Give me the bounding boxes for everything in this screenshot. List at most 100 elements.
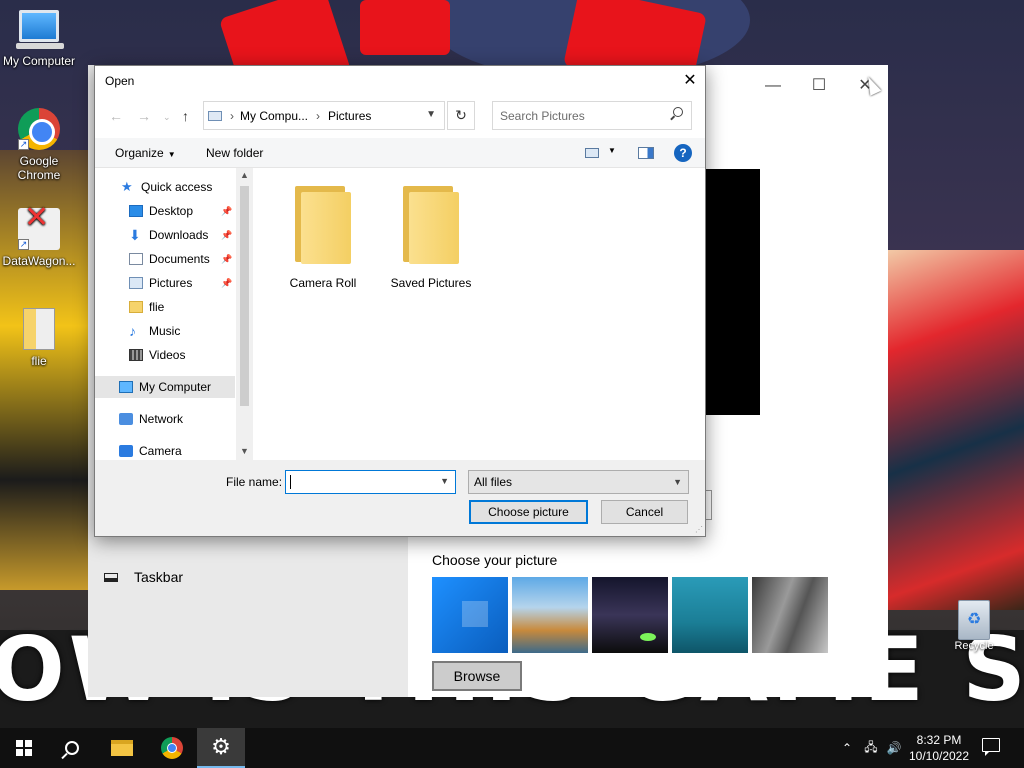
scrollbar-thumb[interactable] [240, 186, 249, 406]
browse-button[interactable]: Browse [432, 661, 522, 691]
resize-grip-icon[interactable]: ⋰ [695, 525, 703, 534]
nav-item-documents[interactable]: Documents 📌 [129, 248, 253, 270]
address-separator: › [316, 108, 321, 123]
folder-item-saved-pictures[interactable]: Saved Pictures [381, 184, 481, 290]
minimize-button[interactable]: — [750, 71, 796, 101]
file-name-input[interactable]: ▼ [285, 470, 456, 494]
taskbar: ⚙ ⌃ 🖧 🔊 8:32 PM 10/10/2022 [0, 728, 1024, 768]
forward-arrow-icon[interactable]: → [137, 108, 151, 124]
start-button[interactable] [0, 728, 48, 768]
pin-icon: 📌 [221, 277, 233, 288]
desktop-icon-google-chrome[interactable]: ↗ Google Chrome [0, 108, 78, 182]
picture-thumbnail[interactable] [752, 577, 828, 653]
nav-item-my-computer[interactable]: My Computer [95, 376, 235, 398]
picture-thumbnail[interactable] [672, 577, 748, 653]
chrome-icon: ↗ [18, 108, 60, 150]
nav-item-label: Videos [149, 348, 186, 362]
nav-item-pictures[interactable]: Pictures 📌 [129, 272, 253, 294]
nav-item-music[interactable]: ♪ Music [129, 320, 253, 342]
taskbar-search-button[interactable] [48, 728, 96, 768]
desktop-icon-flie[interactable]: flie [0, 308, 78, 368]
folder-item-label: Camera Roll [289, 276, 357, 290]
folder-icon [295, 184, 351, 264]
choose-picture-button[interactable]: Choose picture [469, 500, 588, 524]
breadcrumb-pictures[interactable]: Pictures [328, 109, 371, 123]
chevron-down-icon[interactable]: ▼ [608, 146, 616, 155]
nav-item-network[interactable]: Network [119, 408, 253, 430]
help-icon[interactable]: ? [674, 144, 692, 162]
notifications-icon[interactable] [982, 738, 1000, 756]
network-icon[interactable]: 🖧 [860, 728, 882, 768]
desktop-icon-label: Recycle [954, 640, 994, 652]
windows-logo-icon [16, 740, 32, 756]
nav-item-quick-access[interactable]: ★ Quick access [121, 176, 253, 198]
nav-item-label: Network [139, 412, 184, 426]
text-caret [290, 475, 291, 489]
file-list: Camera Roll Saved Pictures [253, 168, 705, 460]
cancel-button[interactable]: Cancel [601, 500, 688, 524]
file-type-select[interactable]: All files ▼ [468, 470, 689, 494]
nav-item-label: Desktop [149, 204, 194, 218]
picture-thumbnail[interactable] [592, 577, 668, 653]
search-input[interactable]: Search Pictures [492, 101, 692, 130]
nav-scrollbar[interactable]: ▲ ▼ [236, 168, 253, 460]
camera-icon [119, 445, 133, 457]
breadcrumb-my-computer[interactable]: My Compu... [240, 109, 308, 123]
view-options-icon[interactable] [585, 148, 599, 158]
folder-icon [403, 184, 459, 264]
folder-item-camera-roll[interactable]: Camera Roll [273, 184, 373, 290]
chevron-down-icon: ▼ [673, 477, 682, 487]
organize-button[interactable]: Organize ▼ [115, 146, 176, 160]
preview-pane-icon[interactable] [638, 147, 654, 159]
dialog-close-button[interactable]: ✕ [675, 70, 705, 92]
nav-item-label: My Computer [139, 380, 212, 394]
show-hidden-icons-chevron-icon[interactable]: ⌃ [838, 728, 856, 768]
computer-icon [16, 10, 64, 49]
clock[interactable]: 8:32 PM 10/10/2022 [898, 732, 980, 764]
desktop-icon-my-computer[interactable]: My Computer [0, 10, 78, 68]
recent-chevron-icon[interactable]: ⌄ [163, 112, 171, 123]
organize-label: Organize [115, 146, 164, 160]
pin-icon: 📌 [221, 253, 233, 264]
nav-item-downloads[interactable]: ⬇ Downloads 📌 [129, 224, 253, 246]
address-separator: › [230, 108, 234, 123]
nav-item-videos[interactable]: Videos [129, 344, 253, 366]
chevron-up-icon[interactable]: ▲ [240, 170, 249, 180]
pin-icon: 📌 [221, 205, 233, 216]
file-icon [23, 308, 55, 350]
address-bar[interactable]: › My Compu... › Pictures ▼ [203, 101, 445, 130]
taskbar-icon [104, 572, 118, 582]
taskbar-chrome[interactable] [148, 728, 196, 768]
gear-icon: ⚙ [211, 734, 231, 759]
chevron-down-icon[interactable]: ▼ [426, 109, 436, 120]
settings-nav-taskbar[interactable]: Taskbar [104, 569, 183, 585]
file-name-label: File name: [226, 475, 283, 489]
refresh-icon[interactable]: ↻ [447, 101, 475, 130]
maximize-button[interactable]: ☐ [796, 71, 842, 101]
picture-thumbnail[interactable] [512, 577, 588, 653]
desktop-icon-datawagon[interactable]: ↗ DataWagon... [0, 208, 78, 268]
settings-nav-label: Taskbar [134, 569, 184, 585]
chevron-down-icon[interactable]: ▼ [240, 446, 249, 456]
desktop-icon-recycle-bin[interactable]: Recycle [950, 600, 998, 652]
desktop-icon [129, 205, 143, 217]
nav-item-label: Pictures [149, 276, 193, 290]
nav-item-flie[interactable]: flie [129, 296, 253, 318]
videos-icon [129, 349, 143, 361]
desktop-icon-label: My Computer [2, 54, 76, 68]
back-arrow-icon[interactable]: ← [109, 108, 123, 124]
pictures-icon [129, 277, 143, 289]
chevron-down-icon[interactable]: ▼ [440, 476, 449, 486]
folder-item-label: Saved Pictures [390, 276, 472, 290]
new-folder-button[interactable]: New folder [206, 146, 263, 160]
command-bar: Organize ▼ New folder ▼ ? [95, 138, 705, 168]
taskbar-settings[interactable]: ⚙ [197, 728, 245, 768]
nav-item-desktop[interactable]: Desktop 📌 [129, 200, 253, 222]
folder-icon [129, 301, 143, 313]
datawagon-icon: ↗ [18, 208, 60, 250]
picture-thumbnail[interactable] [432, 577, 508, 653]
up-arrow-icon[interactable]: ↑ [182, 108, 189, 124]
nav-item-camera[interactable]: Camera [119, 440, 253, 460]
background-preview [706, 169, 760, 415]
taskbar-file-explorer[interactable] [98, 728, 146, 768]
